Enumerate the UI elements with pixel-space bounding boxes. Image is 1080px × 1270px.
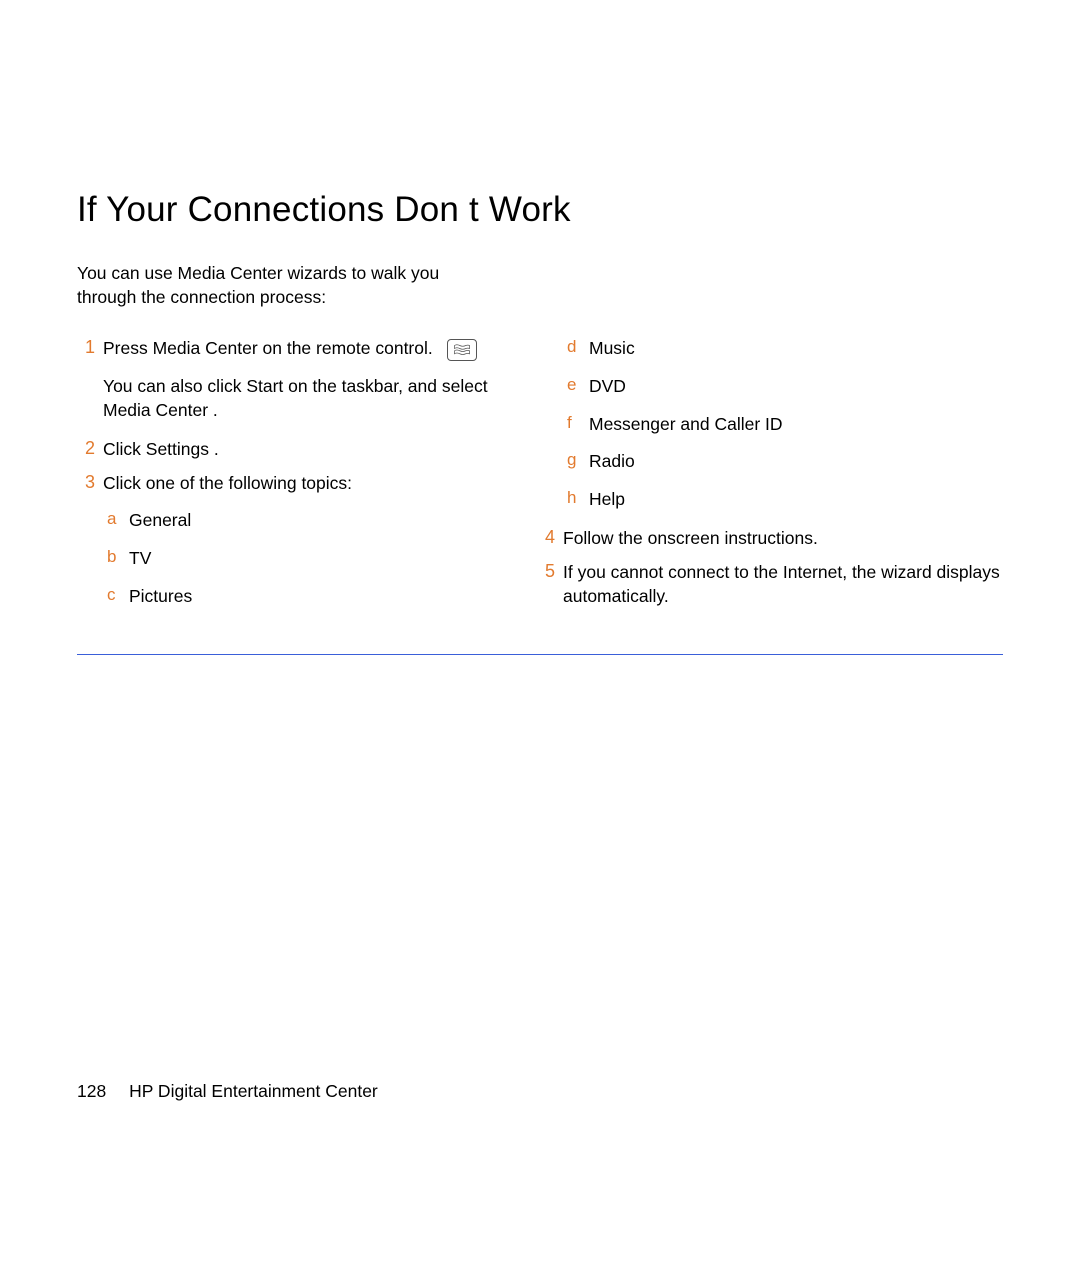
step-extra: You can also click Start on the taskbar,… <box>103 375 497 422</box>
sub-item-d: d Music <box>563 337 1003 361</box>
sub-letter: a <box>103 509 129 529</box>
book-title: HP Digital Entertainment Center <box>129 1081 378 1101</box>
intro-text: You can use Media Center wizards to walk… <box>77 262 497 309</box>
windows-flag-icon <box>453 343 471 357</box>
sub-item-h: h Help <box>563 488 1003 512</box>
step-number: 5 <box>537 561 563 582</box>
step-2: 2 Click Settings . <box>77 438 497 462</box>
step-number: 4 <box>537 527 563 548</box>
right-column: d Music e DVD f Messenger and Caller ID … <box>537 337 1003 618</box>
sub-text: TV <box>129 547 151 571</box>
sub-item-e: e DVD <box>563 375 1003 399</box>
sub-letter: b <box>103 547 129 567</box>
sub-letter: c <box>103 585 129 605</box>
sub-text: General <box>129 509 191 533</box>
step-number: 3 <box>77 472 103 493</box>
step-5: 5 If you cannot connect to the Internet,… <box>537 561 1003 608</box>
sub-letter: g <box>563 450 589 470</box>
page-footer: 128 HP Digital Entertainment Center <box>77 1081 378 1102</box>
document-page: If Your Connections Don t Work You can u… <box>0 0 1080 655</box>
sub-text: DVD <box>589 375 626 399</box>
step-text: Press Media Center on the remote control… <box>103 338 433 358</box>
sub-text: Help <box>589 488 625 512</box>
step-text: Click Settings . <box>103 438 497 462</box>
sub-item-b: b TV <box>103 547 497 571</box>
page-number: 128 <box>77 1081 106 1101</box>
sub-item-a: a General <box>103 509 497 533</box>
sub-letter: d <box>563 337 589 357</box>
left-column: 1 Press Media Center on the remote contr… <box>77 337 497 618</box>
step-body: Press Media Center on the remote control… <box>103 337 497 428</box>
sub-item-g: g Radio <box>563 450 1003 474</box>
step-text: Click one of the following topics: <box>103 472 497 496</box>
sub-text: Music <box>589 337 635 361</box>
section-divider <box>77 654 1003 655</box>
content-columns: 1 Press Media Center on the remote contr… <box>77 337 1003 618</box>
media-center-button-icon <box>447 339 477 361</box>
step-1: 1 Press Media Center on the remote contr… <box>77 337 497 428</box>
step-4: 4 Follow the onscreen instructions. <box>537 527 1003 551</box>
sub-letter: h <box>563 488 589 508</box>
sub-text: Messenger and Caller ID <box>589 413 783 437</box>
step-text: Follow the onscreen instructions. <box>563 527 1003 551</box>
sub-item-c: c Pictures <box>103 585 497 609</box>
step-number: 2 <box>77 438 103 459</box>
sub-letter: f <box>563 413 589 433</box>
step-text: If you cannot connect to the Internet, t… <box>563 561 1003 608</box>
page-title: If Your Connections Don t Work <box>77 190 1003 230</box>
step-number: 1 <box>77 337 103 358</box>
sub-text: Radio <box>589 450 635 474</box>
sub-letter: e <box>563 375 589 395</box>
step-3: 3 Click one of the following topics: <box>77 472 497 496</box>
sub-text: Pictures <box>129 585 192 609</box>
sub-item-f: f Messenger and Caller ID <box>563 413 1003 437</box>
